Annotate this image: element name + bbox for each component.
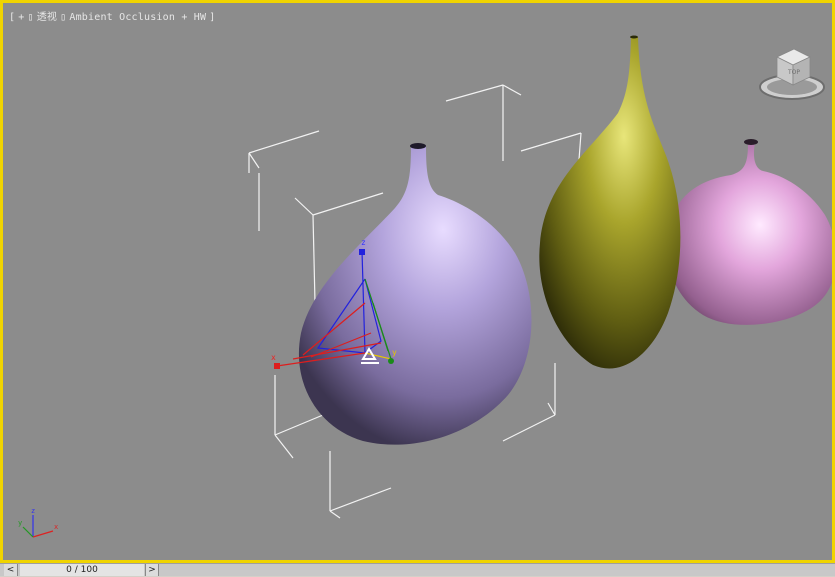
label-separator: ▯ [27,12,34,23]
pink-vase[interactable] [666,139,832,325]
shading-mode-menu[interactable]: Ambient Occlusion + HW [69,12,206,23]
label-separator: ▯ [60,12,67,23]
time-slider-bar: < 0 / 100 > [0,563,835,576]
axis-y-label: y [18,519,22,527]
gizmo-x-handle[interactable] [274,363,280,369]
time-slider[interactable]: 0 / 100 [20,564,144,576]
viewcube[interactable]: TOP [742,43,832,107]
purple-vase[interactable] [298,143,532,445]
view-name-menu[interactable]: 透视 [37,12,57,23]
time-prev-button[interactable]: < [4,564,18,576]
axis-x-label: x [54,523,58,531]
gizmo-z-handle[interactable] [359,249,365,255]
viewcube-face-label: TOP [787,69,800,76]
viewport-scene[interactable]: z x y [3,3,832,560]
gizmo-z-label: z [361,238,366,247]
viewport-label[interactable]: [+ ▯ 透视 ▯ Ambient Occlusion + HW] [9,8,218,23]
olive-vase[interactable] [539,35,681,369]
gizmo-y-label: y [392,348,397,357]
label-bracket-close: ] [209,12,216,23]
time-next-button[interactable]: > [145,564,159,576]
label-bracket-open: [ [9,12,16,23]
gizmo-y-handle[interactable] [388,358,394,364]
world-axis-tripod: z x y [18,507,58,538]
axis-z-label: z [31,507,35,515]
gizmo-x-label: x [271,353,276,362]
perspective-viewport[interactable]: z x y [+ ▯ 透视 ▯ Ambient Occlusion + HW] TOP … [0,0,835,563]
viewport-menu-plus[interactable]: + [18,12,24,23]
